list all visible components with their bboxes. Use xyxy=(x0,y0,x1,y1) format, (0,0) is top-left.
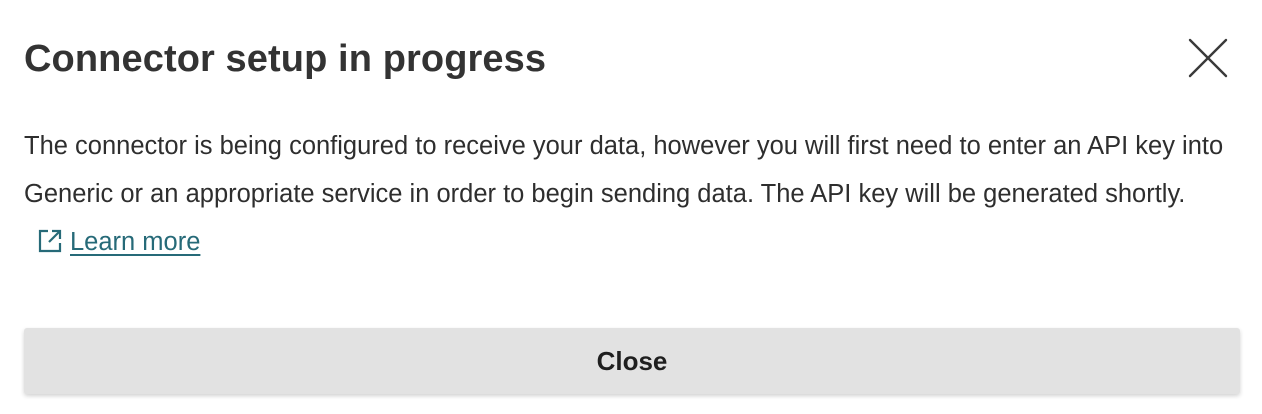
learn-more-link[interactable]: Learn more xyxy=(36,218,200,266)
dialog-title: Connector setup in progress xyxy=(24,38,547,80)
external-link-icon xyxy=(36,227,64,255)
close-button[interactable]: Close xyxy=(24,328,1240,394)
dialog-message: The connector is being configured to rec… xyxy=(24,122,1240,266)
dialog-close-icon-button[interactable] xyxy=(1184,34,1232,82)
connector-setup-dialog: Connector setup in progress The connecto… xyxy=(0,0,1262,414)
close-icon xyxy=(1188,38,1228,78)
dialog-message-text: The connector is being configured to rec… xyxy=(24,132,1224,208)
learn-more-label: Learn more xyxy=(70,228,201,256)
